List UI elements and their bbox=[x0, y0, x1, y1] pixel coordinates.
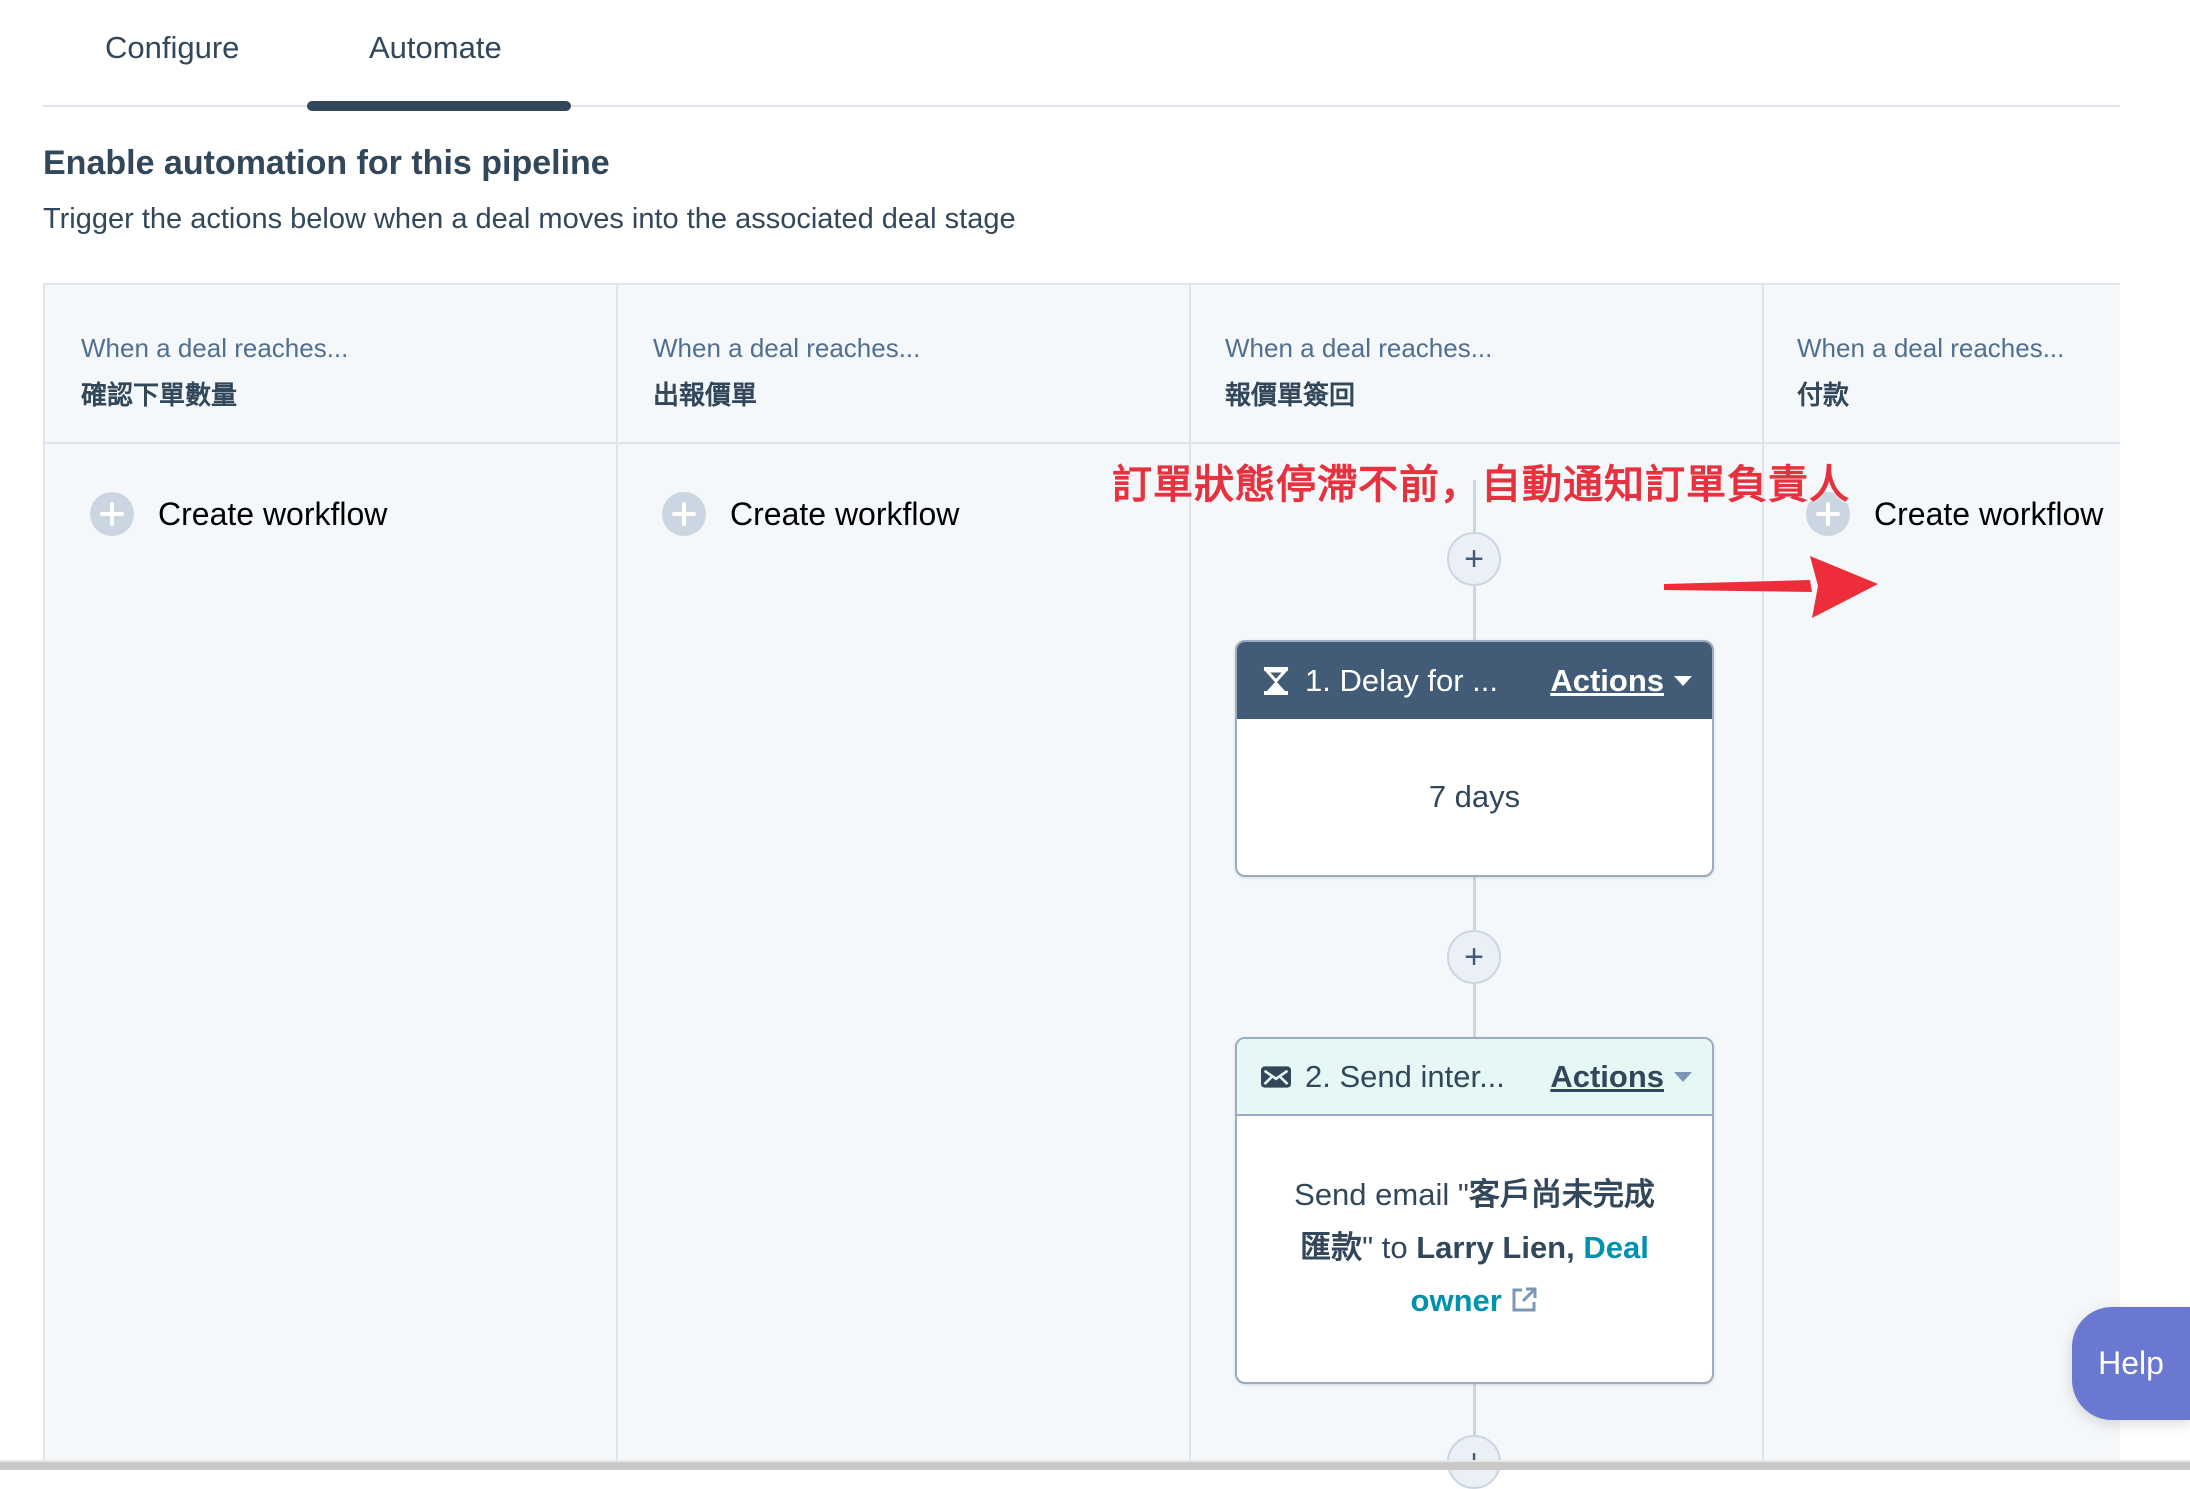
delay-duration: 7 days bbox=[1428, 779, 1521, 814]
external-link-icon[interactable] bbox=[1510, 1277, 1538, 1330]
workflow-step-send-email[interactable]: 2. Send inter... Actions Send email "客戶尚… bbox=[1235, 1037, 1714, 1384]
step-title: 1. Delay for ... bbox=[1305, 662, 1498, 698]
stage-name: 報價單簽回 bbox=[1225, 380, 1356, 410]
create-workflow-label: Create workflow bbox=[1874, 495, 2104, 532]
plus-circle-icon bbox=[662, 492, 706, 536]
column-when-label: When a deal reaches... bbox=[81, 333, 349, 363]
chevron-down-icon[interactable] bbox=[1674, 1071, 1692, 1082]
help-label: Help bbox=[2098, 1345, 2164, 1381]
active-tab-indicator bbox=[307, 101, 571, 111]
column-when-label: When a deal reaches... bbox=[1225, 333, 1493, 363]
recipient-name: Larry Lien, bbox=[1416, 1230, 1575, 1266]
step-body: 7 days bbox=[1237, 719, 1712, 875]
step-header: 2. Send inter... Actions bbox=[1237, 1039, 1712, 1116]
email-prefix: Send email " bbox=[1294, 1177, 1469, 1213]
step-title: 2. Send inter... bbox=[1305, 1058, 1505, 1094]
email-name: 客戶尚未完成 bbox=[1468, 1177, 1655, 1213]
tab-automate[interactable]: Automate bbox=[369, 30, 502, 66]
create-workflow-label: Create workflow bbox=[158, 495, 388, 532]
add-step-button[interactable]: + bbox=[1447, 532, 1501, 586]
horizontal-scrollbar[interactable] bbox=[0, 1460, 2190, 1470]
workflow-step-delay[interactable]: 1. Delay for ... Actions 7 days bbox=[1235, 640, 1714, 877]
tab-configure[interactable]: Configure bbox=[105, 30, 239, 66]
chevron-down-icon[interactable] bbox=[1674, 675, 1692, 686]
deal-owner-link[interactable]: Deal bbox=[1583, 1230, 1648, 1265]
actions-dropdown[interactable]: Actions bbox=[1550, 663, 1664, 699]
annotation-arrow-icon bbox=[1664, 556, 1878, 618]
stage-name: 付款 bbox=[1797, 380, 1850, 410]
email-mid: " to bbox=[1362, 1230, 1417, 1266]
email-name-cont: 匯款 bbox=[1300, 1230, 1363, 1266]
plus-icon: + bbox=[1464, 539, 1484, 578]
header-divider bbox=[43, 442, 2120, 444]
envelope-icon bbox=[1261, 1062, 1291, 1092]
hourglass-icon bbox=[1261, 666, 1291, 696]
board-right-edge bbox=[2120, 283, 2190, 1463]
page-title: Enable automation for this pipeline bbox=[43, 144, 610, 182]
email-description: Send email "客戶尚未完成 匯款" to Larry Lien, De… bbox=[1244, 1168, 1705, 1329]
stage-name: 出報價單 bbox=[653, 380, 758, 410]
deal-owner-link-cont[interactable]: owner bbox=[1411, 1283, 1502, 1318]
help-button[interactable]: Help bbox=[2072, 1307, 2190, 1420]
create-workflow-button[interactable]: Create workflow bbox=[1806, 490, 2103, 538]
step-header: 1. Delay for ... Actions bbox=[1237, 642, 1712, 719]
annotation-text: 訂單狀態停滯不前，自動通知訂單負責人 bbox=[1112, 463, 1850, 507]
create-workflow-button[interactable]: Create workflow bbox=[662, 490, 959, 538]
actions-dropdown[interactable]: Actions bbox=[1550, 1059, 1664, 1095]
stage-name: 確認下單數量 bbox=[81, 380, 238, 410]
plus-icon: + bbox=[1464, 937, 1484, 976]
column-when-label: When a deal reaches... bbox=[653, 333, 921, 363]
create-workflow-button[interactable]: Create workflow bbox=[90, 490, 387, 538]
create-workflow-label: Create workflow bbox=[730, 495, 960, 532]
add-step-button[interactable]: + bbox=[1447, 930, 1501, 984]
column-when-label: When a deal reaches... bbox=[1797, 333, 2065, 363]
step-body: Send email "客戶尚未完成 匯款" to Larry Lien, De… bbox=[1237, 1116, 1712, 1382]
column-divider bbox=[616, 283, 618, 1468]
plus-circle-icon bbox=[90, 492, 134, 536]
page-subtitle: Trigger the actions below when a deal mo… bbox=[43, 203, 1016, 235]
